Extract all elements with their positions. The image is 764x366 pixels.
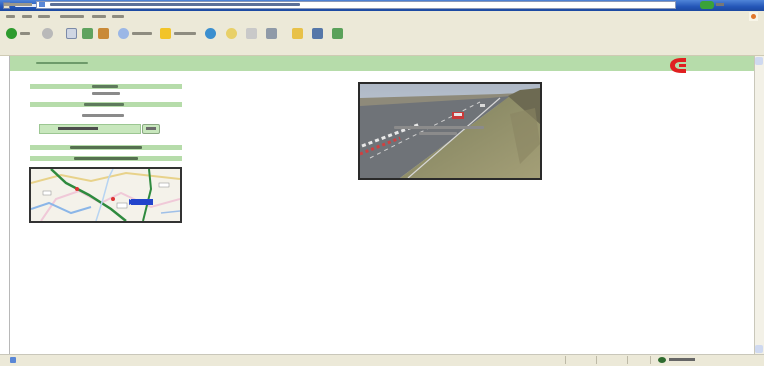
camera-caption-line-2 <box>419 132 457 135</box>
standard-toolbar <box>0 22 764 46</box>
search-label[interactable] <box>132 32 152 35</box>
menu-help[interactable] <box>112 15 124 18</box>
links-label[interactable] <box>716 3 724 6</box>
map-graphic <box>31 169 180 221</box>
traffic-camera-image[interactable] <box>358 82 542 180</box>
camera-view <box>360 84 540 178</box>
search-icon[interactable] <box>118 28 129 39</box>
page-icon <box>39 2 45 7</box>
camera-select-value <box>58 127 98 130</box>
media-icon[interactable] <box>205 28 216 39</box>
favorites-label[interactable] <box>174 32 196 35</box>
address-bar <box>0 45 764 56</box>
menu-edit[interactable] <box>22 15 32 18</box>
discuss-icon[interactable] <box>312 28 323 39</box>
internet-zone-label <box>669 358 695 361</box>
history-icon[interactable] <box>226 28 237 39</box>
scroll-up-arrow-icon[interactable] <box>755 57 763 65</box>
location-map[interactable] <box>29 167 182 223</box>
edit-icon[interactable] <box>292 28 303 39</box>
scroll-down-arrow-icon[interactable] <box>755 345 763 353</box>
refresh-icon[interactable] <box>82 28 93 39</box>
status-divider <box>627 356 628 364</box>
status-page-icon <box>10 357 16 363</box>
address-url[interactable] <box>50 3 300 6</box>
back-label[interactable] <box>20 32 30 35</box>
windows-logo-icon <box>749 12 758 21</box>
camera-go-label <box>146 127 156 130</box>
sidebar-text-2 <box>82 114 124 117</box>
status-divider <box>565 356 566 364</box>
site-header-bar <box>10 56 755 71</box>
sidebar-heading-2 <box>84 103 124 106</box>
address-label <box>4 3 32 6</box>
camera-caption-line-1 <box>394 126 484 129</box>
status-divider <box>650 356 651 364</box>
menu-tools[interactable] <box>92 15 106 18</box>
print-icon[interactable] <box>266 28 277 39</box>
sidebar-text-1 <box>92 92 120 95</box>
page-viewport <box>9 56 755 356</box>
mail-icon[interactable] <box>246 28 257 39</box>
sidebar-link-2[interactable] <box>74 157 138 160</box>
site-logo[interactable] <box>668 57 688 74</box>
stop-icon[interactable] <box>66 28 77 39</box>
favorites-star-icon[interactable] <box>160 28 171 39</box>
forward-arrow-icon[interactable] <box>42 28 53 39</box>
vertical-scrollbar[interactable] <box>754 56 764 354</box>
site-title[interactable] <box>36 62 88 64</box>
back-arrow-icon[interactable] <box>6 28 17 39</box>
sidebar-link-1[interactable] <box>70 146 142 149</box>
go-button[interactable] <box>700 1 714 9</box>
menu-view[interactable] <box>38 15 50 18</box>
home-icon[interactable] <box>98 28 109 39</box>
internet-zone-icon <box>658 357 666 363</box>
menu-file[interactable] <box>6 15 15 18</box>
sidebar-heading-1 <box>92 85 118 88</box>
status-divider <box>596 356 597 364</box>
menu-favorites[interactable] <box>60 15 84 18</box>
messenger-icon[interactable] <box>332 28 343 39</box>
